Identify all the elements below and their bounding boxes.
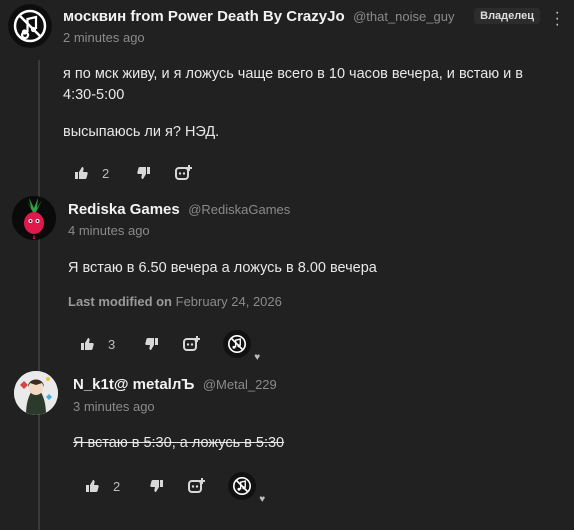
thumbs-up-icon[interactable] xyxy=(80,337,94,351)
timestamp[interactable]: 2 minutes ago xyxy=(63,30,145,45)
like-count: 3 xyxy=(108,336,116,352)
comment-body: я по мск живу, и я ложусь чаще всего в 1… xyxy=(63,66,524,103)
heart-icon: ♥ xyxy=(254,352,261,363)
owner-badge: Владелец xyxy=(474,8,540,24)
avatar[interactable] xyxy=(8,4,52,48)
no-music-icon xyxy=(228,335,247,353)
no-music-icon xyxy=(233,477,252,495)
like-count: 2 xyxy=(102,165,110,181)
thumbs-down-icon[interactable] xyxy=(145,337,159,351)
creator-heart: ♥ xyxy=(223,330,260,363)
thread-line xyxy=(38,60,40,530)
thumbs-up-icon[interactable] xyxy=(85,479,99,493)
comment-actions: 2 ♥ xyxy=(85,472,265,505)
comment-actions: 3 ♥ xyxy=(80,330,260,363)
modified-date: February 24, 2026 xyxy=(175,294,282,309)
reply-icon[interactable] xyxy=(188,478,206,494)
author-name[interactable]: N_k1t@ metalлЪ xyxy=(73,376,194,393)
timestamp[interactable]: 4 minutes ago xyxy=(68,223,150,238)
like-count: 2 xyxy=(113,478,121,494)
author-name[interactable]: москвин from Power Death By CrazyJo xyxy=(63,8,345,25)
comment-body: Я встаю в 5:30, а ложусь в 5:30 xyxy=(73,435,285,451)
timestamp[interactable]: 3 minutes ago xyxy=(73,399,155,414)
avatar[interactable] xyxy=(12,196,56,240)
no-music-icon xyxy=(9,5,51,47)
reply-icon[interactable] xyxy=(183,336,201,352)
modified-note: Last modified on February 24, 2026 xyxy=(68,294,282,309)
thumbs-up-icon[interactable] xyxy=(74,166,88,180)
modified-label: Last modified on xyxy=(68,294,172,309)
reply-icon[interactable] xyxy=(175,165,193,181)
heart-icon: ♥ xyxy=(259,494,266,505)
comment-actions: 2 xyxy=(74,165,193,181)
thumbs-down-icon[interactable] xyxy=(137,166,151,180)
author-handle[interactable]: @Metal_229 xyxy=(203,377,277,392)
anime-avatar-icon xyxy=(14,371,58,415)
author-handle[interactable]: @that_noise_guy xyxy=(353,9,454,24)
author-handle[interactable]: @RediskaGames xyxy=(188,202,290,217)
comment-body: Я встаю в 6.50 вечера а ложусь в 8.00 ве… xyxy=(68,260,377,276)
radish-icon xyxy=(12,196,56,240)
creator-heart: ♥ xyxy=(228,472,265,505)
thumbs-down-icon[interactable] xyxy=(150,479,164,493)
comment-body-line: высыпаюсь ли я? НЭД. xyxy=(63,124,220,140)
avatar[interactable] xyxy=(14,371,58,415)
author-name[interactable]: Rediska Games xyxy=(68,201,180,218)
kebab-menu-icon[interactable]: · · · xyxy=(555,5,560,33)
